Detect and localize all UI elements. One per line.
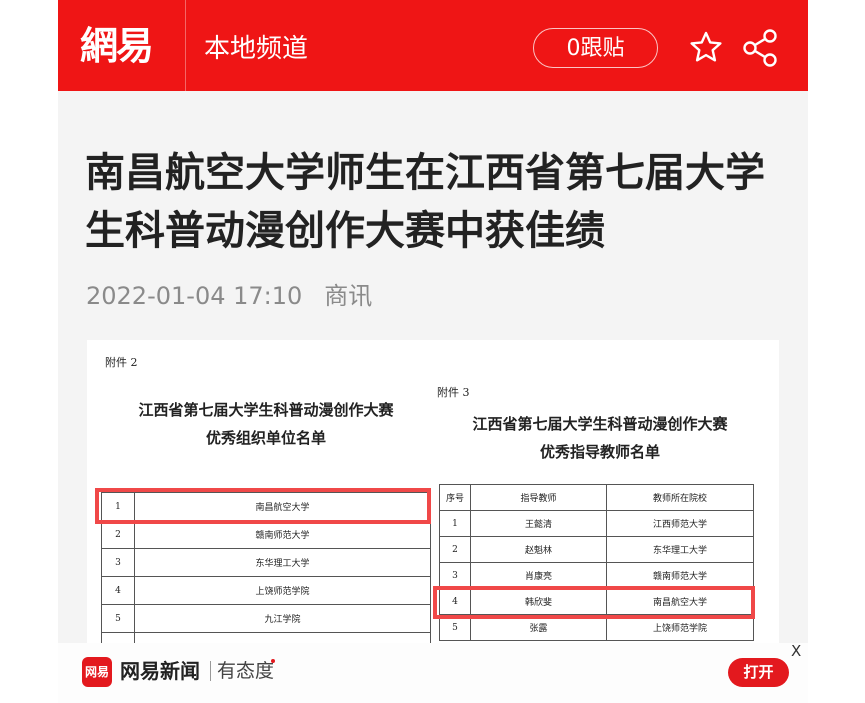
publish-date: 2022-01-04 17:10 — [86, 282, 303, 310]
right-doc-title: 江西省第七届大学生科普动漫创作大赛 优秀指导教师名单 — [445, 410, 755, 466]
share-icon[interactable] — [742, 28, 780, 68]
right-title-line2: 优秀指导教师名单 — [539, 443, 660, 461]
star-icon[interactable] — [689, 30, 723, 64]
table-row: 2 赵魁林 东华理工大学 — [439, 536, 754, 563]
channel-title[interactable]: 本地频道 — [204, 31, 308, 67]
table-row: 2 赣南师范大学 — [101, 520, 431, 549]
app-download-banner[interactable]: 网易 网易新闻 有态度 打开 X — [58, 643, 808, 703]
app-name: 网易新闻 — [120, 659, 200, 683]
banner-separator — [210, 661, 211, 681]
left-title-line1: 江西省第七届大学生科普动漫创作大赛 — [138, 401, 394, 419]
attachment-label-left: 附件 2 — [105, 356, 138, 369]
pagination-dots — [420, 696, 456, 700]
slogan-dot — [271, 659, 275, 663]
left-title-line2: 优秀组织单位名单 — [205, 429, 326, 447]
comments-button[interactable]: 0跟贴 — [533, 28, 658, 68]
mobile-page: 網易 本地频道 0跟贴 南昌航空大学师生在江西省第七届大学生科普动漫创作大赛中获… — [58, 0, 808, 703]
header-divider — [185, 0, 186, 91]
app-slogan: 有态度 — [217, 660, 275, 682]
article-title: 南昌航空大学师生在江西省第七届大学生科普动漫创作大赛中获佳绩 — [85, 150, 765, 254]
table-row: 3 肖康亮 赣南师范大学 — [439, 562, 754, 589]
netease-logo[interactable]: 網易 — [80, 22, 154, 70]
close-banner-icon[interactable]: X — [791, 643, 801, 659]
left-doc-title: 江西省第七届大学生科普动漫创作大赛 优秀组织单位名单 — [101, 396, 431, 452]
table-row: 4 上饶师范学院 — [101, 576, 431, 605]
highlight-box-left — [95, 488, 431, 524]
article-source[interactable]: 商讯 — [324, 282, 372, 310]
open-app-button[interactable]: 打开 — [728, 658, 789, 687]
app-icon: 网易 — [82, 657, 112, 687]
table-header-row: 序号 指导教师 教师所在院校 — [439, 484, 754, 511]
right-title-line1: 江西省第七届大学生科普动漫创作大赛 — [472, 415, 728, 433]
highlight-box-right — [433, 586, 755, 619]
top-header: 網易 本地频道 0跟贴 — [58, 0, 808, 91]
article-meta: 2022-01-04 17:10 商讯 — [86, 276, 372, 316]
attachment-label-right: 附件 3 — [437, 386, 470, 399]
article-image[interactable]: 附件 2 江西省第七届大学生科普动漫创作大赛 优秀组织单位名单 1 南昌航空大学 … — [87, 340, 779, 650]
table-row: 1 王懿清 江西师范大学 — [439, 510, 754, 537]
table-row: 3 东华理工大学 — [101, 548, 431, 577]
table-row: 5 九江学院 — [101, 604, 431, 633]
